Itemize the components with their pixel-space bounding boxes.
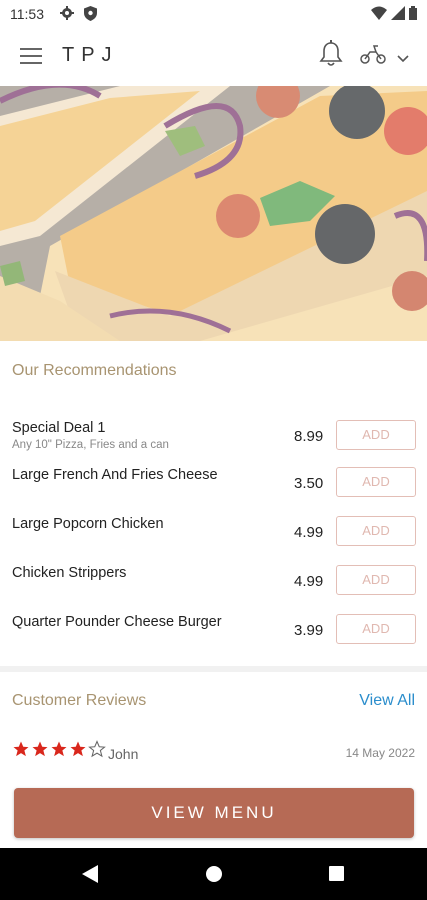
status-bar: 11:53: [0, 0, 427, 28]
section-divider: [0, 666, 427, 672]
view-all-link[interactable]: View All: [359, 692, 415, 710]
menu-item-name: Quarter Pounder Cheese Burger: [12, 614, 222, 630]
home-icon[interactable]: [206, 866, 222, 882]
menu-item-description: Any 10" Pizza, Fries and a can: [12, 439, 169, 451]
menu-item: Large French And Fries Cheese 3.50 ADD: [0, 467, 427, 507]
star-rating: [12, 740, 106, 758]
recents-icon[interactable]: [329, 866, 344, 881]
menu-item-price: 8.99: [294, 428, 324, 445]
brand-title: TPJ: [62, 44, 119, 66]
add-button[interactable]: ADD: [336, 614, 416, 644]
menu-item: Large Popcorn Chicken 4.99 ADD: [0, 516, 427, 556]
menu-item-name: Large French And Fries Cheese: [12, 467, 218, 483]
star-icon: [32, 741, 48, 757]
add-button[interactable]: ADD: [336, 565, 416, 595]
menu-item-price: 3.50: [294, 475, 324, 492]
recommendations-title: Our Recommendations: [12, 362, 177, 379]
back-icon[interactable]: [82, 865, 98, 888]
menu-item-name: Large Popcorn Chicken: [12, 516, 164, 532]
menu-icon[interactable]: [20, 48, 42, 64]
signal-icon: [391, 6, 405, 25]
wifi-icon: [371, 6, 387, 25]
add-button[interactable]: ADD: [336, 467, 416, 497]
bell-icon[interactable]: [318, 40, 344, 73]
star-icon: [51, 741, 67, 757]
add-button[interactable]: ADD: [336, 516, 416, 546]
review-row: John 14 May 2022: [0, 740, 427, 764]
add-button[interactable]: ADD: [336, 420, 416, 450]
settings-icon: [60, 6, 74, 25]
app-bar: TPJ: [0, 28, 427, 86]
star-icon: [13, 741, 29, 757]
system-nav-bar: [0, 848, 427, 900]
battery-icon: [409, 6, 417, 25]
menu-item-name: Chicken Strippers: [12, 565, 127, 581]
star-outline-icon: [88, 740, 106, 758]
reviews-title: Customer Reviews: [12, 692, 147, 709]
menu-item-price: 4.99: [294, 524, 324, 541]
menu-item: Chicken Strippers 4.99 ADD: [0, 565, 427, 605]
hero-image: [0, 86, 427, 341]
view-menu-button[interactable]: VIEW MENU: [14, 788, 414, 838]
status-time: 11:53: [10, 6, 44, 22]
menu-item-name: Special Deal 1: [12, 420, 106, 436]
reviewer-name: John: [108, 746, 139, 762]
chevron-down-icon[interactable]: [397, 50, 409, 68]
scooter-icon[interactable]: [360, 44, 386, 69]
review-date: 14 May 2022: [345, 746, 415, 760]
star-icon: [70, 741, 86, 757]
shield-icon: [84, 6, 97, 26]
menu-item-price: 3.99: [294, 622, 324, 639]
menu-item-price: 4.99: [294, 573, 324, 590]
menu-item: Special Deal 1 Any 10" Pizza, Fries and …: [0, 420, 427, 460]
menu-item: Quarter Pounder Cheese Burger 3.99 ADD: [0, 614, 427, 654]
